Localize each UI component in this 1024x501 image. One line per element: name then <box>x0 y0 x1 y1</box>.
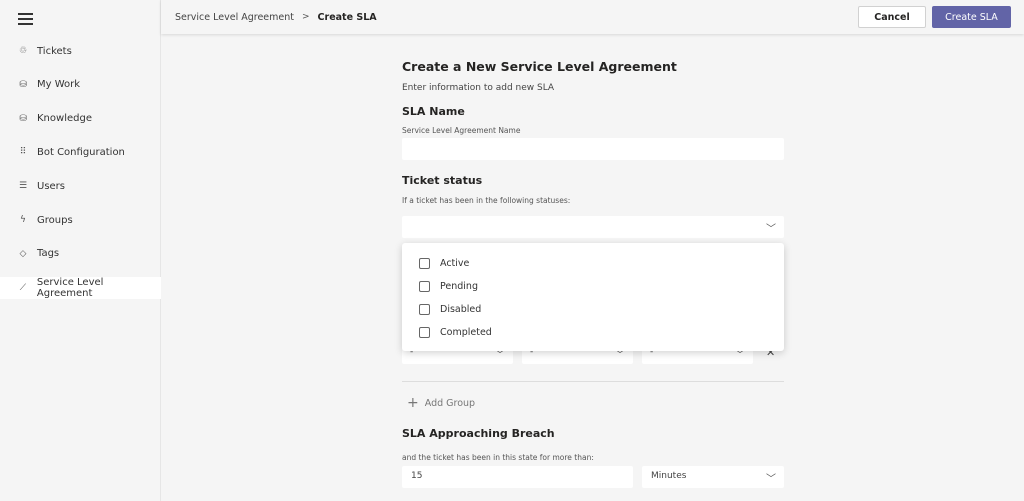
sidebar-item-label: Knowledge <box>37 113 92 125</box>
breach-unit-dropdown[interactable]: Minutes ﹀ <box>642 466 784 488</box>
sidebar-item-label: Bot Configuration <box>37 146 125 158</box>
chevron-down-icon: ﹀ <box>766 224 776 235</box>
sidebar-item-label: Groups <box>37 214 73 226</box>
breadcrumb-current: Create SLA <box>317 11 377 23</box>
sidebar-item-service-level-agreement[interactable]: ⟋ Service Level Agreement <box>0 276 161 299</box>
sla-name-sublabel: Service Level Agreement Name <box>402 126 521 135</box>
sla-name-label: SLA Name <box>402 105 465 118</box>
sidebar-item-users[interactable]: ☰ Users <box>0 175 161 197</box>
header: Service Level Agreement > Create SLA Can… <box>161 0 1024 34</box>
ticket-status-dropdown[interactable]: ﹀ <box>402 216 784 238</box>
breadcrumb-separator: > <box>302 12 310 22</box>
sidebar-item-knowledge[interactable]: ⛁ Knowledge <box>0 108 161 130</box>
ticket-status-label: Ticket status <box>402 174 483 187</box>
option-completed[interactable]: Completed <box>419 327 492 338</box>
sla-name-input[interactable] <box>402 138 784 160</box>
divider <box>402 381 784 382</box>
my-work-icon: ⛁ <box>19 79 27 90</box>
bot-config-icon: ⠿ <box>19 147 27 158</box>
tickets-icon: ♲ <box>18 46 28 56</box>
groups-icon: ϟ <box>20 215 26 225</box>
sidebar-item-tickets[interactable]: ♲ Tickets <box>0 40 161 62</box>
checkbox[interactable] <box>419 304 430 315</box>
users-icon: ☰ <box>18 181 28 192</box>
chevron-down-icon: ﹀ <box>766 474 776 485</box>
sidebar-item-tags[interactable]: ◇ Tags <box>0 243 161 265</box>
sidebar-item-bot-configuration[interactable]: ⠿ Bot Configuration <box>0 141 161 163</box>
sidebar: ♲ Tickets ⛁ My Work ⛁ Knowledge ⠿ Bot Configura… <box>0 0 161 501</box>
knowledge-icon: ⛁ <box>19 113 27 124</box>
breach-time-input[interactable]: 15 <box>402 466 633 488</box>
breach-label: SLA Approaching Breach <box>402 427 555 440</box>
sidebar-item-label: Service Level Agreement <box>36 276 104 299</box>
add-group-button[interactable]: + Add Group <box>407 395 475 411</box>
option-active[interactable]: Active <box>419 258 469 269</box>
hamburger-menu-icon[interactable] <box>18 13 33 28</box>
plus-icon: + <box>407 395 419 411</box>
tag-icon: ◇ <box>19 248 27 259</box>
sidebar-item-label: Tags <box>37 248 60 260</box>
ticket-status-sublabel: If a ticket has been in the following st… <box>402 196 571 205</box>
ticket-status-options: Active Pending Disabled Completed <box>402 243 784 351</box>
sidebar-item-label: Tickets <box>37 45 72 57</box>
breadcrumb-sla[interactable]: Service Level Agreement <box>175 12 294 23</box>
sla-icon: ⟋ <box>19 282 27 293</box>
cancel-button[interactable]: Cancel <box>858 6 926 28</box>
checkbox[interactable] <box>419 258 430 269</box>
page-title: Create a New Service Level Agreement <box>402 59 677 74</box>
checkbox[interactable] <box>419 327 430 338</box>
option-pending[interactable]: Pending <box>419 281 478 292</box>
create-sla-button[interactable]: Create SLA <box>932 6 1011 28</box>
page-subtitle: Enter information to add new SLA <box>402 83 555 93</box>
sidebar-item-my-work[interactable]: ⛁ My Work <box>0 74 161 96</box>
option-disabled[interactable]: Disabled <box>419 304 481 315</box>
sidebar-item-label: My Work <box>37 79 81 91</box>
sidebar-item-groups[interactable]: ϟ Groups <box>0 209 161 231</box>
checkbox[interactable] <box>419 281 430 292</box>
sidebar-item-label: Users <box>37 180 66 192</box>
breach-sublabel: and the ticket has been in this state fo… <box>402 453 594 462</box>
